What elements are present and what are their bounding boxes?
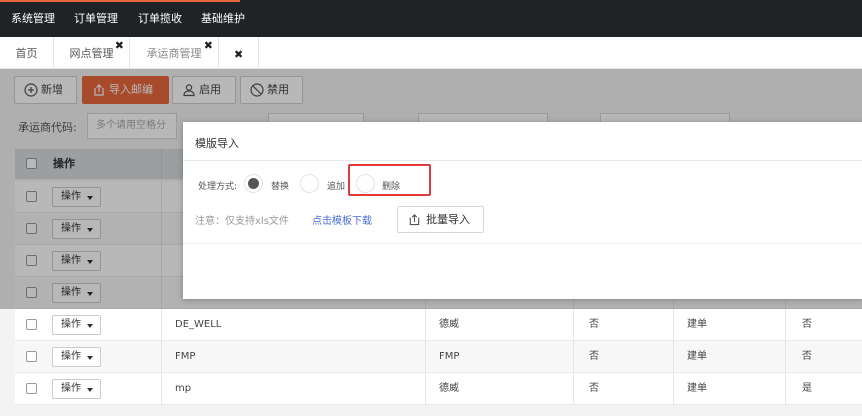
column-divider [785,373,786,405]
row-actions-dropdown[interactable]: 操作 [52,347,101,367]
caret-down-icon [87,388,93,392]
row-checkbox[interactable] [26,351,37,362]
close-icon[interactable]: ✖ [115,40,124,52]
divider [183,243,862,244]
tab-label: 承运商管理 [146,47,202,60]
table-cell: DE_WELL [175,319,222,330]
table-cell: 德威 [439,319,459,330]
close-icon[interactable]: ✖ [204,40,213,52]
nav-order-pickup[interactable]: 订单揽收 [138,0,182,37]
table-cell: 否 [802,319,812,330]
column-divider [673,341,674,373]
table-cell: FMP [175,351,196,362]
column-divider [161,341,162,373]
nav-basic-maintenance[interactable]: 基础维护 [201,0,245,37]
row-checkbox[interactable] [26,383,37,394]
table-row: 操作 FMP FMP 否 建单 否 [15,341,862,373]
row-actions-dropdown[interactable]: 操作 [52,379,101,399]
caret-down-icon [87,324,93,328]
template-download-link[interactable]: 点击模板下载 [312,212,372,227]
table-cell: 建单 [687,383,707,394]
caret-down-icon [87,356,93,360]
batch-import-button[interactable]: 批量导入 [397,206,484,233]
highlight-box [348,164,431,196]
tab-close-all[interactable]: ✖ [219,37,259,69]
divider [183,160,862,161]
dialog-title: 模版导入 [195,137,239,150]
column-divider [161,373,162,405]
tab-label: 网点管理 [69,47,114,60]
table-cell: 是 [802,383,812,394]
close-icon[interactable]: ✖ [234,49,243,61]
row-actions-dropdown[interactable]: 操作 [52,315,101,335]
radio-append-label: 追加 [327,182,346,192]
row-actions-label: 操作 [61,351,81,362]
table-row: 操作 mp 德威 否 建单 是 [15,373,862,405]
table-cell: 否 [802,351,812,362]
table-cell: 建单 [687,351,707,362]
top-navbar: 系统管理 订单管理 订单揽收 基础维护 [0,0,862,37]
table-cell: 否 [589,351,599,362]
table-cell: 否 [589,319,599,330]
nav-order-management[interactable]: 订单管理 [74,0,118,37]
table-cell: FMP [439,351,460,362]
column-divider [785,341,786,373]
column-divider [673,373,674,405]
radio-replace[interactable] [244,174,263,193]
row-checkbox[interactable] [26,319,37,330]
column-divider [573,309,574,341]
tab-outlet-management[interactable]: 网点管理 ✖ [54,37,130,69]
row-actions-label: 操作 [61,319,81,330]
radio-append[interactable] [300,174,319,193]
upload-icon [409,214,420,226]
column-divider [673,309,674,341]
tab-label: 首页 [15,47,38,60]
radio-dot [248,178,259,189]
file-type-note: 注意：仅支持xls文件 [195,216,289,227]
tab-bar: 首页 网点管理 ✖ 承运商管理 ✖ ✖ [0,37,862,69]
nav-system-management[interactable]: 系统管理 [11,0,55,37]
tab-carrier-management[interactable]: 承运商管理 ✖ [130,37,219,69]
column-divider [425,309,426,341]
table-row: 操作 DE_WELL 德威 否 建单 否 [15,309,862,341]
table-cell: mp [175,383,192,394]
tab-home[interactable]: 首页 [0,37,54,69]
table-cell: 德威 [439,383,459,394]
row-actions-label: 操作 [61,383,81,394]
column-divider [425,341,426,373]
column-divider [161,309,162,341]
column-divider [425,373,426,405]
table-cell: 否 [589,383,599,394]
column-divider [573,373,574,405]
column-divider [785,309,786,341]
radio-replace-label: 替换 [271,182,290,192]
table-cell: 建单 [687,319,707,330]
processing-mode-label: 处理方式: [198,182,238,192]
column-divider [573,341,574,373]
template-import-dialog: 模版导入 处理方式: 替换 追加 删除 注意：仅支持xls文件 点击模板下载 批… [183,122,862,299]
batch-import-label: 批量导入 [426,213,470,226]
